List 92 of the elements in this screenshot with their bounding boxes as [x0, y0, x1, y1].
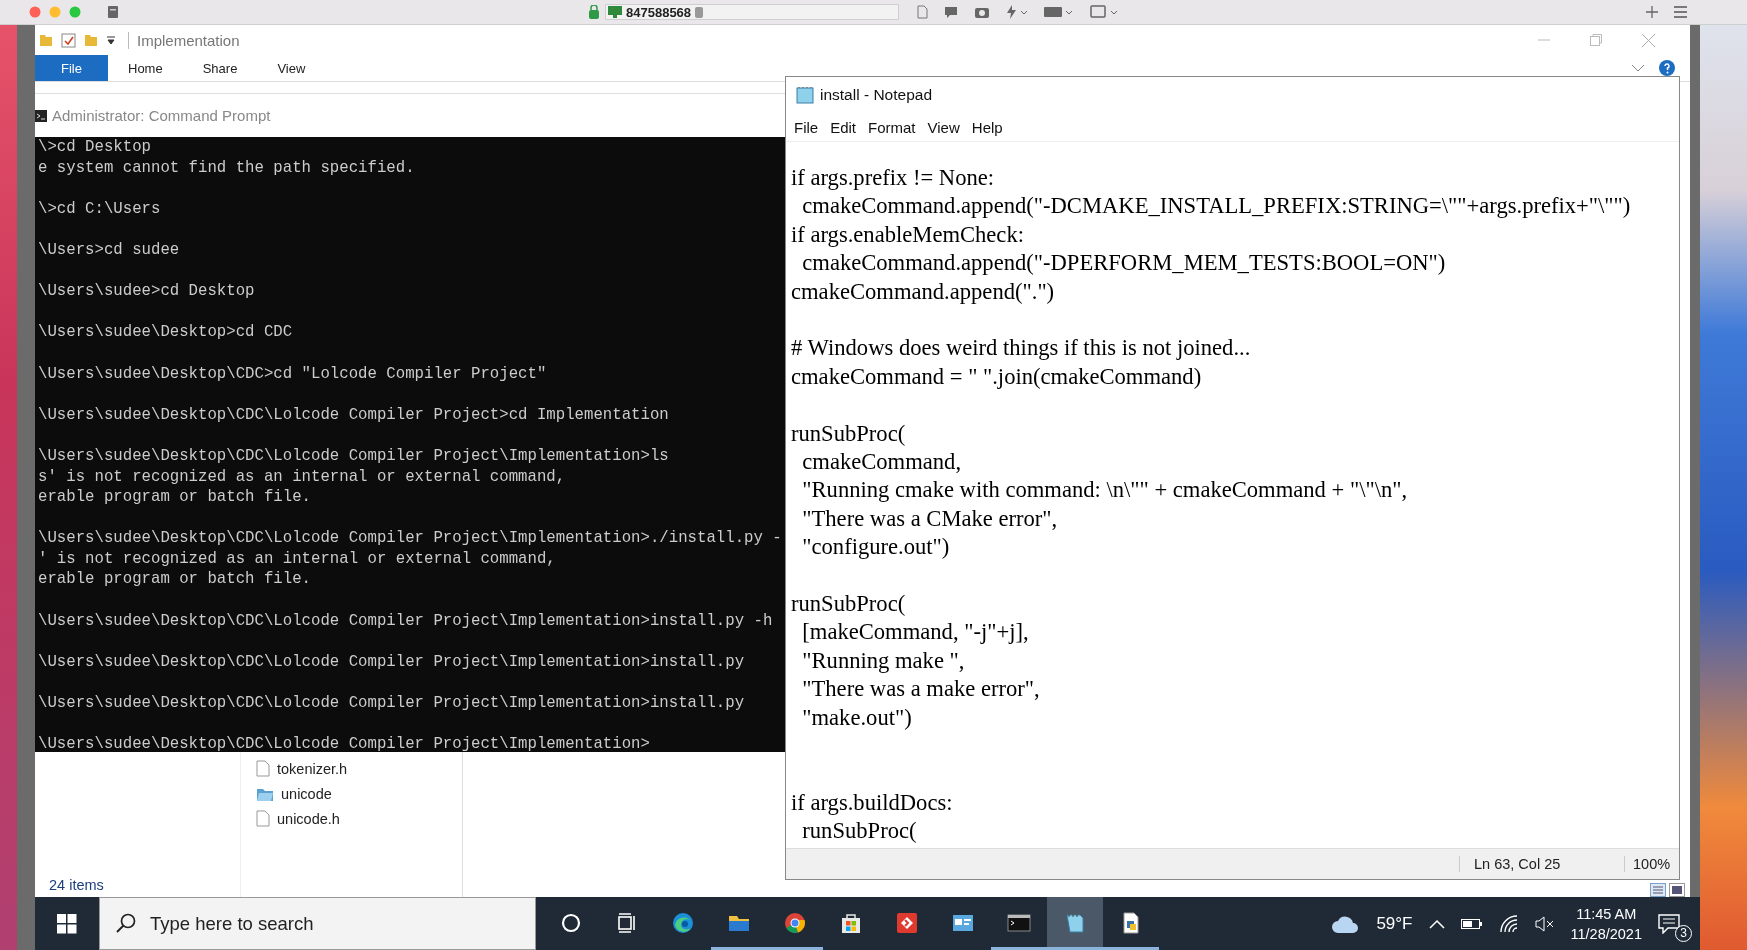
- file-name[interactable]: unicode.h: [277, 810, 340, 827]
- code-line: runSubProc(: [801, 817, 917, 846]
- keyboard-icon[interactable]: [1044, 5, 1074, 19]
- window-title: install - Notepad: [820, 86, 932, 104]
- console-line: \Users\sudee>cd Desktop: [38, 281, 255, 302]
- temperature[interactable]: 59°F: [1376, 913, 1413, 934]
- console-line: \Users\sudee\Desktop\CDC\Lolcode Compiler Project\Implementation>: [38, 734, 650, 752]
- item-count: 24 items: [49, 877, 104, 893]
- menu-item[interactable]: Edit: [824, 118, 863, 136]
- session-id: 847588568: [626, 5, 692, 19]
- notepad-icon: [796, 86, 814, 104]
- window-title: Administrator: Command Prompt: [52, 107, 271, 124]
- zoom-level: 100%: [1624, 856, 1679, 872]
- ring-icon: [559, 911, 583, 935]
- console-line: s' is not recognized as an internal or external command,: [38, 466, 566, 488]
- menu-item[interactable]: Help: [965, 118, 1009, 136]
- code-line: "Running make ",: [801, 646, 965, 675]
- chat-icon[interactable]: [944, 5, 958, 19]
- code-line: cmakeCommand.append("-DPERFORM_MEM_TESTS:BOOL=ON"): [801, 249, 1446, 278]
- search-icon: [115, 912, 137, 934]
- chevron-up-icon[interactable]: [1428, 918, 1445, 929]
- code-line: "There was a CMake error",: [801, 504, 1058, 533]
- code-line: runSubProc(: [791, 590, 906, 619]
- console-line: \>cd Desktop: [38, 137, 151, 158]
- chevron-down-icon[interactable]: [1631, 64, 1645, 72]
- shopping-bag-icon: [839, 911, 863, 935]
- console-line: \Users\sudee\Desktop\CDC\Lolcode Compiler Project\Implementation>ls: [38, 445, 669, 467]
- windows-logo-icon: [57, 913, 77, 934]
- caret-icon[interactable]: [106, 35, 116, 45]
- code-line: [makeCommand, "-j"+j],: [801, 618, 1029, 647]
- console-line: \>cd C:\Users: [38, 198, 161, 220]
- terminal-icon: [1007, 911, 1031, 935]
- plus-icon[interactable]: [1646, 6, 1658, 18]
- checkbox-icon[interactable]: [61, 32, 76, 48]
- lock-icon: [589, 5, 599, 19]
- menu-icon[interactable]: [1674, 6, 1687, 18]
- console-line: erable program or batch file.: [38, 569, 311, 591]
- document-icon[interactable]: [107, 5, 119, 19]
- console-line: \Users\sudee\Desktop>cd CDC: [38, 322, 293, 343]
- help-icon[interactable]: [1659, 60, 1675, 76]
- notification-badge: 3: [1675, 924, 1692, 942]
- battery-icon[interactable]: [1460, 917, 1483, 930]
- code-line: cmakeCommand.append("."): [791, 277, 1055, 306]
- cylinder-icon: [695, 6, 704, 18]
- console-line: \Users\sudee\Desktop\CDC\Lolcode Compiler Project\Implementation>./install.py -: [38, 528, 782, 549]
- code-line: if args.enableMemCheck:: [791, 220, 1024, 249]
- wifi-icon[interactable]: [1498, 914, 1519, 933]
- ribbon-tab[interactable]: Home: [108, 55, 183, 81]
- ribbon-tab[interactable]: View: [257, 55, 326, 81]
- code-line: # Windows does weird things if this is not joined...: [791, 334, 1251, 363]
- code-line: runSubProc(: [791, 419, 906, 448]
- menu-item[interactable]: File: [788, 118, 825, 136]
- clock-time[interactable]: 11:45 AM: [1576, 903, 1637, 924]
- ribbon-tab[interactable]: Share: [182, 55, 258, 81]
- code-line: "There was a make error",: [801, 675, 1040, 704]
- code-line: "configure.out"): [801, 533, 950, 562]
- menu-item[interactable]: View: [921, 118, 966, 136]
- search-field[interactable]: Type here to search: [99, 897, 536, 950]
- file-name[interactable]: tokenizer.h: [277, 760, 348, 777]
- muted-speaker-icon[interactable]: [1534, 915, 1555, 932]
- display-icon[interactable]: [1090, 5, 1120, 19]
- tiles-view-icon[interactable]: [1669, 883, 1685, 897]
- code-line: cmakeCommand,: [801, 448, 962, 477]
- file-icon[interactable]: [917, 5, 928, 19]
- clock-date[interactable]: 11/28/2021: [1570, 923, 1642, 944]
- console-line: ' is not recognized as an internal or external command,: [38, 548, 556, 570]
- notification-icon[interactable]: [1658, 913, 1680, 934]
- console-line: \Users\sudee\Desktop\CDC\Lolcode Compiler Project\Implementation>install.py -h: [38, 610, 773, 632]
- code-line: "make.out"): [801, 703, 912, 732]
- monitor-icon: [608, 6, 622, 18]
- console-line: \Users\sudee\Desktop\CDC\Lolcode Compiler Project\Implementation>install.py: [38, 693, 745, 714]
- notebook-icon: [1063, 911, 1087, 935]
- lightning-icon[interactable]: [1006, 5, 1028, 19]
- console-line: \Users>cd sudee: [38, 239, 180, 261]
- window-title: Implementation: [128, 31, 240, 49]
- camera-icon[interactable]: [974, 5, 990, 19]
- cursor-position: Ln 63, Col 25: [1459, 856, 1624, 872]
- console-line: \Users\sudee\Desktop\CDC\Lolcode Compiler Project>cd Implementation: [38, 404, 669, 426]
- code-line: if args.prefix != None:: [791, 164, 995, 192]
- menu-item[interactable]: Format: [862, 118, 922, 136]
- console-line: erable program or batch file.: [38, 487, 311, 508]
- code-line: "Running cmake with command: \n\"" + cmakeCommand + "\"\n",: [801, 476, 1408, 505]
- round-browser-icon: [783, 911, 807, 935]
- code-line: cmakeCommand = " ".join(cmakeCommand): [791, 362, 1202, 391]
- browser-icon: [671, 911, 695, 935]
- file-menu-tab[interactable]: File: [35, 55, 108, 81]
- console-line: \Users\sudee\Desktop\CDC>cd "Lolcode Compiler Project": [38, 363, 547, 385]
- file-name[interactable]: unicode: [281, 785, 332, 802]
- console-line: \Users\sudee\Desktop\CDC\Lolcode Compiler Project\Implementation>install.py: [38, 651, 745, 673]
- code-line: cmakeCommand.append("-DCMAKE_INSTALL_PREFIX:STRING=\""+args.prefix+"\""): [801, 192, 1631, 221]
- console-line: e system cannot find the path specified.: [38, 157, 415, 179]
- code-line: if args.buildDocs:: [791, 788, 953, 817]
